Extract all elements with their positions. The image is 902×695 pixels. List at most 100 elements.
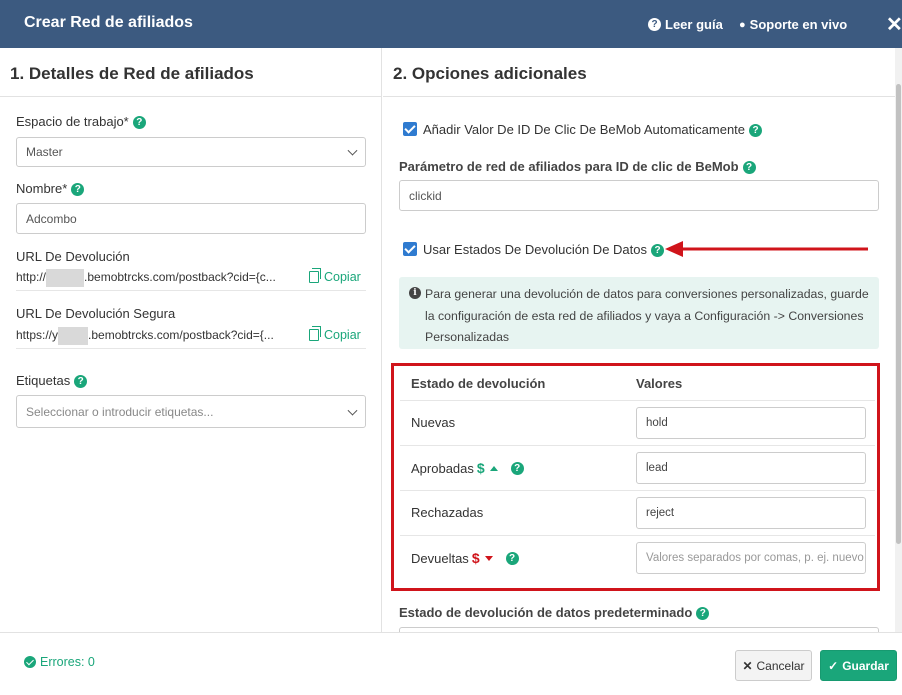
values-column-header: Valores xyxy=(636,376,683,391)
workspace-value: Master xyxy=(26,145,63,159)
arrow-annotation-icon xyxy=(665,241,868,257)
row-name: Nuevas xyxy=(411,415,456,430)
modal-footer: Errores: 0 ✕ Cancelar ✓ Guardar xyxy=(0,632,902,695)
name-label-text: Nombre* xyxy=(16,181,68,196)
use-postback-statuses-checkbox[interactable] xyxy=(403,242,417,256)
additional-options-panel: 2. Opciones adicionales Añadir Valor De … xyxy=(383,48,902,632)
options-heading: 2. Opciones adicionales xyxy=(383,48,902,97)
secure-url-suffix: .bemobtrcks.com/postback?cid={... xyxy=(88,328,274,343)
help-icon[interactable]: ? xyxy=(505,551,519,565)
details-panel: 1. Detalles de Red de afiliados Espacio … xyxy=(0,48,382,632)
copy-postback-button[interactable]: Copiar xyxy=(309,268,361,284)
table-row: Rechazadas reject xyxy=(400,490,875,535)
help-icon[interactable]: ? xyxy=(510,461,524,475)
cancel-button[interactable]: ✕ Cancelar xyxy=(735,650,812,681)
copy-label: Copiar xyxy=(324,328,361,342)
tags-label-text: Etiquetas xyxy=(16,373,71,388)
click-id-param-label: Parámetro de red de afiliados para ID de… xyxy=(399,159,756,175)
errors-label: Errores: 0 xyxy=(40,655,95,669)
copy-icon xyxy=(309,326,321,341)
row-name: Rechazadas xyxy=(411,505,484,520)
dollar-icon: $ xyxy=(476,460,485,476)
row-name-group: Devueltas $? xyxy=(411,550,519,566)
auto-click-id-text: Añadir Valor De ID De Clic De BeMob Auto… xyxy=(423,122,746,137)
row-value-input[interactable]: Valores separados por comas, p. ej. nuev… xyxy=(636,542,866,574)
question-icon: ? xyxy=(648,18,661,31)
close-icon[interactable]: ✕ xyxy=(886,12,902,37)
secure-postback-url-value: https://y .bemobtrcks.com/postback?cid={.… xyxy=(16,327,274,345)
divider xyxy=(16,348,366,349)
postback-url-value: http:// .bemobtrcks.com/postback?cid={c..… xyxy=(16,269,276,287)
tags-label: Etiquetas? xyxy=(16,373,88,389)
read-guide-label: Leer guía xyxy=(665,17,723,32)
info-text: Para generar una devolución de datos par… xyxy=(425,287,869,344)
secure-url-prefix: https:// xyxy=(16,328,53,343)
help-icon[interactable]: ? xyxy=(742,161,756,175)
postback-url-suffix: .bemobtrcks.com/postback?cid={c... xyxy=(84,270,276,285)
help-icon[interactable]: ? xyxy=(74,375,88,389)
chevron-down-icon xyxy=(347,145,358,156)
cancel-label: Cancelar xyxy=(756,658,805,673)
secure-postback-url-label: URL De Devolución Segura xyxy=(16,306,176,321)
workspace-label-text: Espacio de trabajo* xyxy=(16,114,129,129)
table-row: Nuevas hold xyxy=(400,400,875,445)
click-id-param-input[interactable]: clickid xyxy=(399,180,879,211)
copy-label: Copiar xyxy=(324,270,361,284)
default-status-label: Estado de devolución de datos predetermi… xyxy=(399,605,710,621)
name-input[interactable]: Adcombo xyxy=(16,203,366,234)
row-value-input[interactable]: lead xyxy=(636,452,866,484)
auto-click-id-label: Añadir Valor De ID De Clic De BeMob Auto… xyxy=(423,122,763,138)
redacted-mask xyxy=(58,327,89,345)
use-postback-statuses-label: Usar Estados De Devolución De Datos? xyxy=(423,242,664,258)
postback-url-prefix: http:// xyxy=(16,270,47,285)
help-icon[interactable]: ? xyxy=(749,124,763,138)
click-id-param-value: clickid xyxy=(409,188,442,203)
redacted-mask xyxy=(46,269,85,287)
dollar-icon: $ xyxy=(471,550,480,566)
table-row: Aprobadas $? lead xyxy=(400,445,875,490)
errors-status: Errores: 0 xyxy=(24,655,95,669)
row-value-input[interactable]: hold xyxy=(636,407,866,439)
info-box: i Para generar una devolución de datos p… xyxy=(399,277,879,349)
default-status-text: Estado de devolución de datos predetermi… xyxy=(399,605,693,620)
click-id-param-text: Parámetro de red de afiliados para ID de… xyxy=(399,159,739,174)
row-name: Devueltas xyxy=(411,550,469,566)
modal-title: Crear Red de afiliados xyxy=(24,14,193,31)
auto-click-id-checkbox[interactable] xyxy=(403,122,417,136)
caret-down-icon xyxy=(484,555,493,561)
read-guide-link[interactable]: ? Leer guía xyxy=(648,17,723,32)
use-postback-statuses-text: Usar Estados De Devolución De Datos xyxy=(423,242,647,257)
table-row: Devueltas $? Valores separados por comas… xyxy=(400,535,875,580)
chat-icon: ● xyxy=(739,18,746,31)
row-name: Aprobadas xyxy=(411,460,474,476)
copy-icon xyxy=(309,268,321,283)
name-value: Adcombo xyxy=(26,211,77,226)
divider xyxy=(16,290,366,291)
live-support-link[interactable]: ● Soporte en vivo xyxy=(739,17,847,32)
live-support-label: Soporte en vivo xyxy=(749,17,848,32)
tags-placeholder: Seleccionar o introducir etiquetas... xyxy=(26,404,214,419)
save-button[interactable]: ✓ Guardar xyxy=(820,650,897,681)
scrollbar[interactable] xyxy=(895,48,902,632)
save-label: Guardar xyxy=(842,658,889,673)
chevron-down-icon xyxy=(347,405,358,416)
status-column-header: Estado de devolución xyxy=(411,376,546,391)
help-icon[interactable]: ? xyxy=(132,116,146,130)
details-heading: 1. Detalles de Red de afiliados xyxy=(0,48,381,97)
check-icon: ✓ xyxy=(828,658,839,673)
help-icon[interactable]: ? xyxy=(696,607,710,621)
workspace-label: Espacio de trabajo*? xyxy=(16,114,146,130)
copy-secure-postback-button[interactable]: Copiar xyxy=(309,326,361,342)
row-value-input[interactable]: reject xyxy=(636,497,866,529)
modal-header: Crear Red de afiliados ? Leer guía ● Sop… xyxy=(0,0,902,48)
scrollbar-thumb[interactable] xyxy=(896,84,901,544)
caret-up-icon xyxy=(489,465,498,471)
workspace-select[interactable]: Master xyxy=(16,137,366,167)
help-icon[interactable]: ? xyxy=(71,183,85,197)
postback-url-label: URL De Devolución xyxy=(16,249,130,264)
tags-select[interactable]: Seleccionar o introducir etiquetas... xyxy=(16,395,366,428)
name-label: Nombre*? xyxy=(16,181,85,197)
row-name-group: Aprobadas $? xyxy=(411,460,524,476)
info-icon: i xyxy=(409,287,421,299)
check-circle-icon xyxy=(24,656,36,668)
